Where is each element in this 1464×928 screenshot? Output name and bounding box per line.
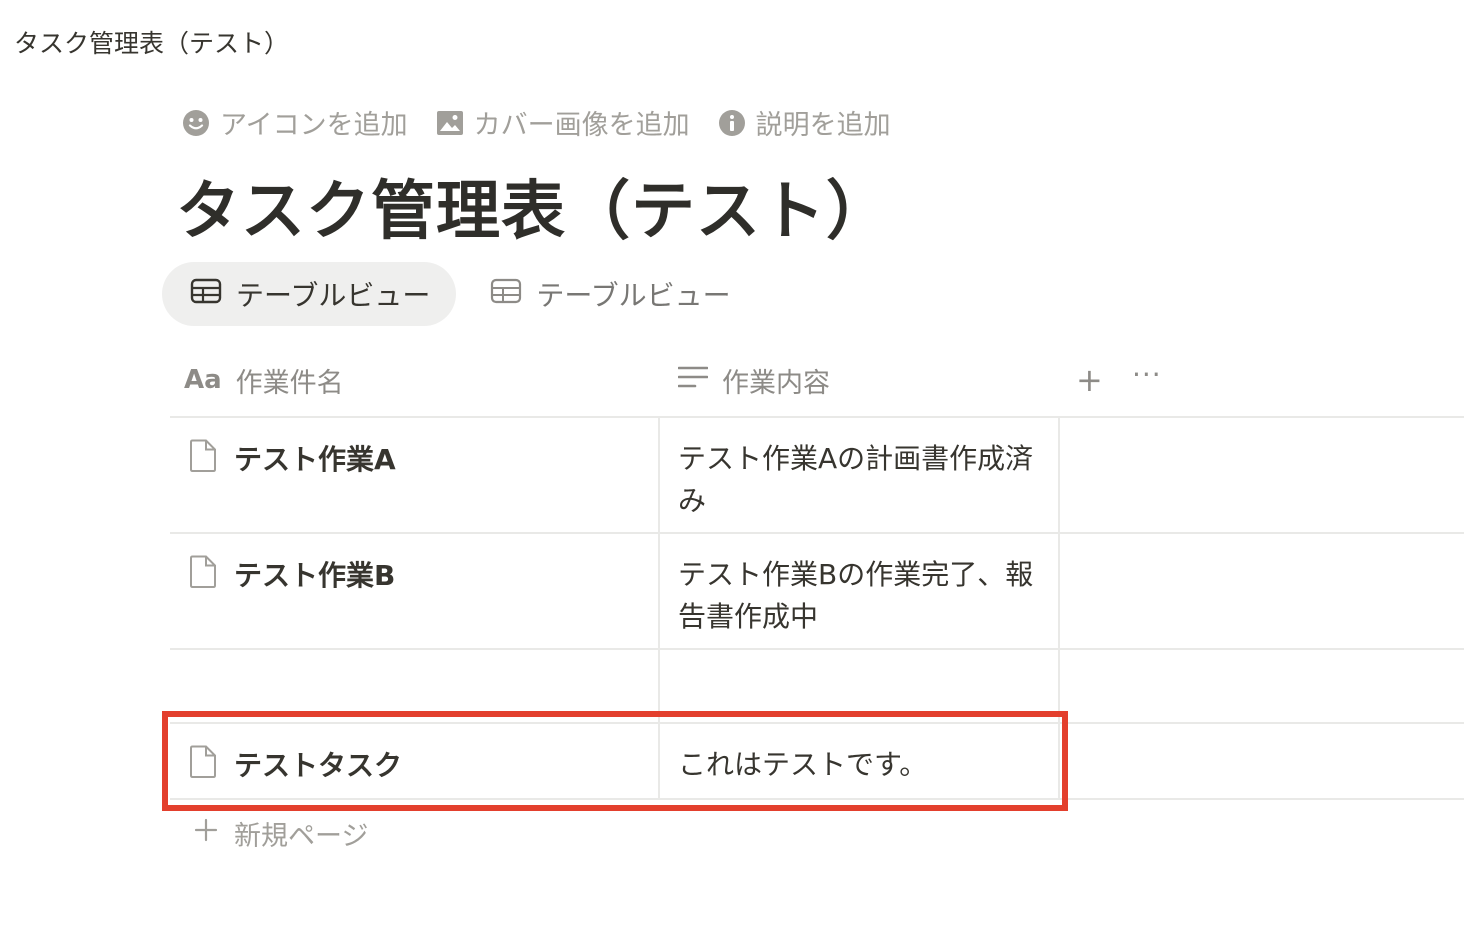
lines-property-icon	[677, 365, 709, 396]
table-header: Aa 作業件名 作業内容 + ···	[170, 344, 1464, 418]
new-page-label: 新規ページ	[234, 821, 369, 852]
add-description-label: 説明を追加	[755, 110, 891, 141]
page-icon	[188, 439, 218, 477]
table-row[interactable]	[170, 650, 1464, 724]
row-name: テスト作業A	[234, 443, 396, 476]
row-content: これはテストです。	[678, 748, 928, 781]
empty-cell[interactable]	[1060, 418, 1464, 532]
add-description-button[interactable]: 説明を追加	[718, 103, 891, 142]
row-name: テストタスク	[234, 749, 403, 782]
new-page-button[interactable]: 新規ページ	[194, 814, 368, 853]
more-options-button[interactable]: ···	[1132, 358, 1162, 391]
row-content: テスト作業Aの計画書作成済み	[678, 442, 1034, 517]
plus-icon	[194, 818, 218, 849]
table-icon	[190, 278, 222, 311]
smiley-icon	[182, 109, 210, 137]
text-property-icon: Aa	[184, 365, 222, 395]
name-cell[interactable]: テスト作業B	[170, 534, 660, 648]
page-icon	[188, 745, 218, 783]
row-name: テスト作業B	[234, 559, 396, 592]
empty-cell[interactable]	[1060, 724, 1464, 798]
empty-cell[interactable]	[1060, 534, 1464, 648]
tab-table-view-1[interactable]: テーブルビュー	[162, 262, 457, 326]
column-header-label: 作業内容	[722, 367, 830, 399]
table-row[interactable]: テスト作業A テスト作業Aの計画書作成済み	[170, 418, 1464, 534]
image-icon	[436, 109, 464, 137]
view-tabs: テーブルビュー テーブルビュー	[162, 262, 757, 326]
row-content: テスト作業Bの作業完了、報告書作成中	[678, 558, 1034, 633]
name-cell[interactable]: テスト作業A	[170, 418, 660, 532]
add-icon-button[interactable]: アイコンを追加	[182, 103, 408, 142]
content-cell[interactable]	[660, 650, 1060, 722]
add-column-button[interactable]: +	[1076, 364, 1103, 396]
info-icon	[718, 109, 746, 137]
empty-cell[interactable]	[1060, 650, 1464, 722]
content-cell[interactable]: これはテストです。	[660, 724, 1060, 798]
add-cover-label: カバー画像を追加	[473, 110, 690, 141]
table-icon	[490, 278, 522, 311]
name-wrap: テストタスク	[188, 744, 402, 784]
column-header-content[interactable]: 作業内容	[677, 344, 830, 416]
name-cell[interactable]: テストタスク	[170, 724, 660, 798]
add-icon-label: アイコンを追加	[220, 110, 408, 141]
page-icon	[188, 555, 218, 593]
tab-label: テーブルビュー	[236, 279, 431, 312]
column-header-name[interactable]: Aa 作業件名	[184, 344, 344, 416]
content-cell[interactable]: テスト作業Aの計画書作成済み	[660, 418, 1060, 532]
name-wrap: テスト作業B	[188, 554, 395, 594]
database-table: Aa 作業件名 作業内容 + ··· テスト作業A テスト作業Aの計画書作成済み…	[170, 344, 1464, 800]
tab-label: テーブルビュー	[536, 279, 731, 312]
page-actions: アイコンを追加 カバー画像を追加 説明を追加	[182, 103, 891, 142]
table-row[interactable]: テスト作業B テスト作業Bの作業完了、報告書作成中	[170, 534, 1464, 650]
name-cell[interactable]	[170, 650, 660, 722]
content-cell[interactable]: テスト作業Bの作業完了、報告書作成中	[660, 534, 1060, 648]
name-wrap: テスト作業A	[188, 438, 396, 478]
table-row[interactable]: テストタスク これはテストです。	[170, 724, 1464, 800]
breadcrumb[interactable]: タスク管理表（テスト）	[14, 24, 289, 60]
add-cover-button[interactable]: カバー画像を追加	[436, 103, 690, 142]
page-title[interactable]: タスク管理表（テスト）	[176, 160, 891, 252]
tab-table-view-2[interactable]: テーブルビュー	[468, 262, 756, 326]
column-header-label: 作業件名	[235, 367, 344, 399]
